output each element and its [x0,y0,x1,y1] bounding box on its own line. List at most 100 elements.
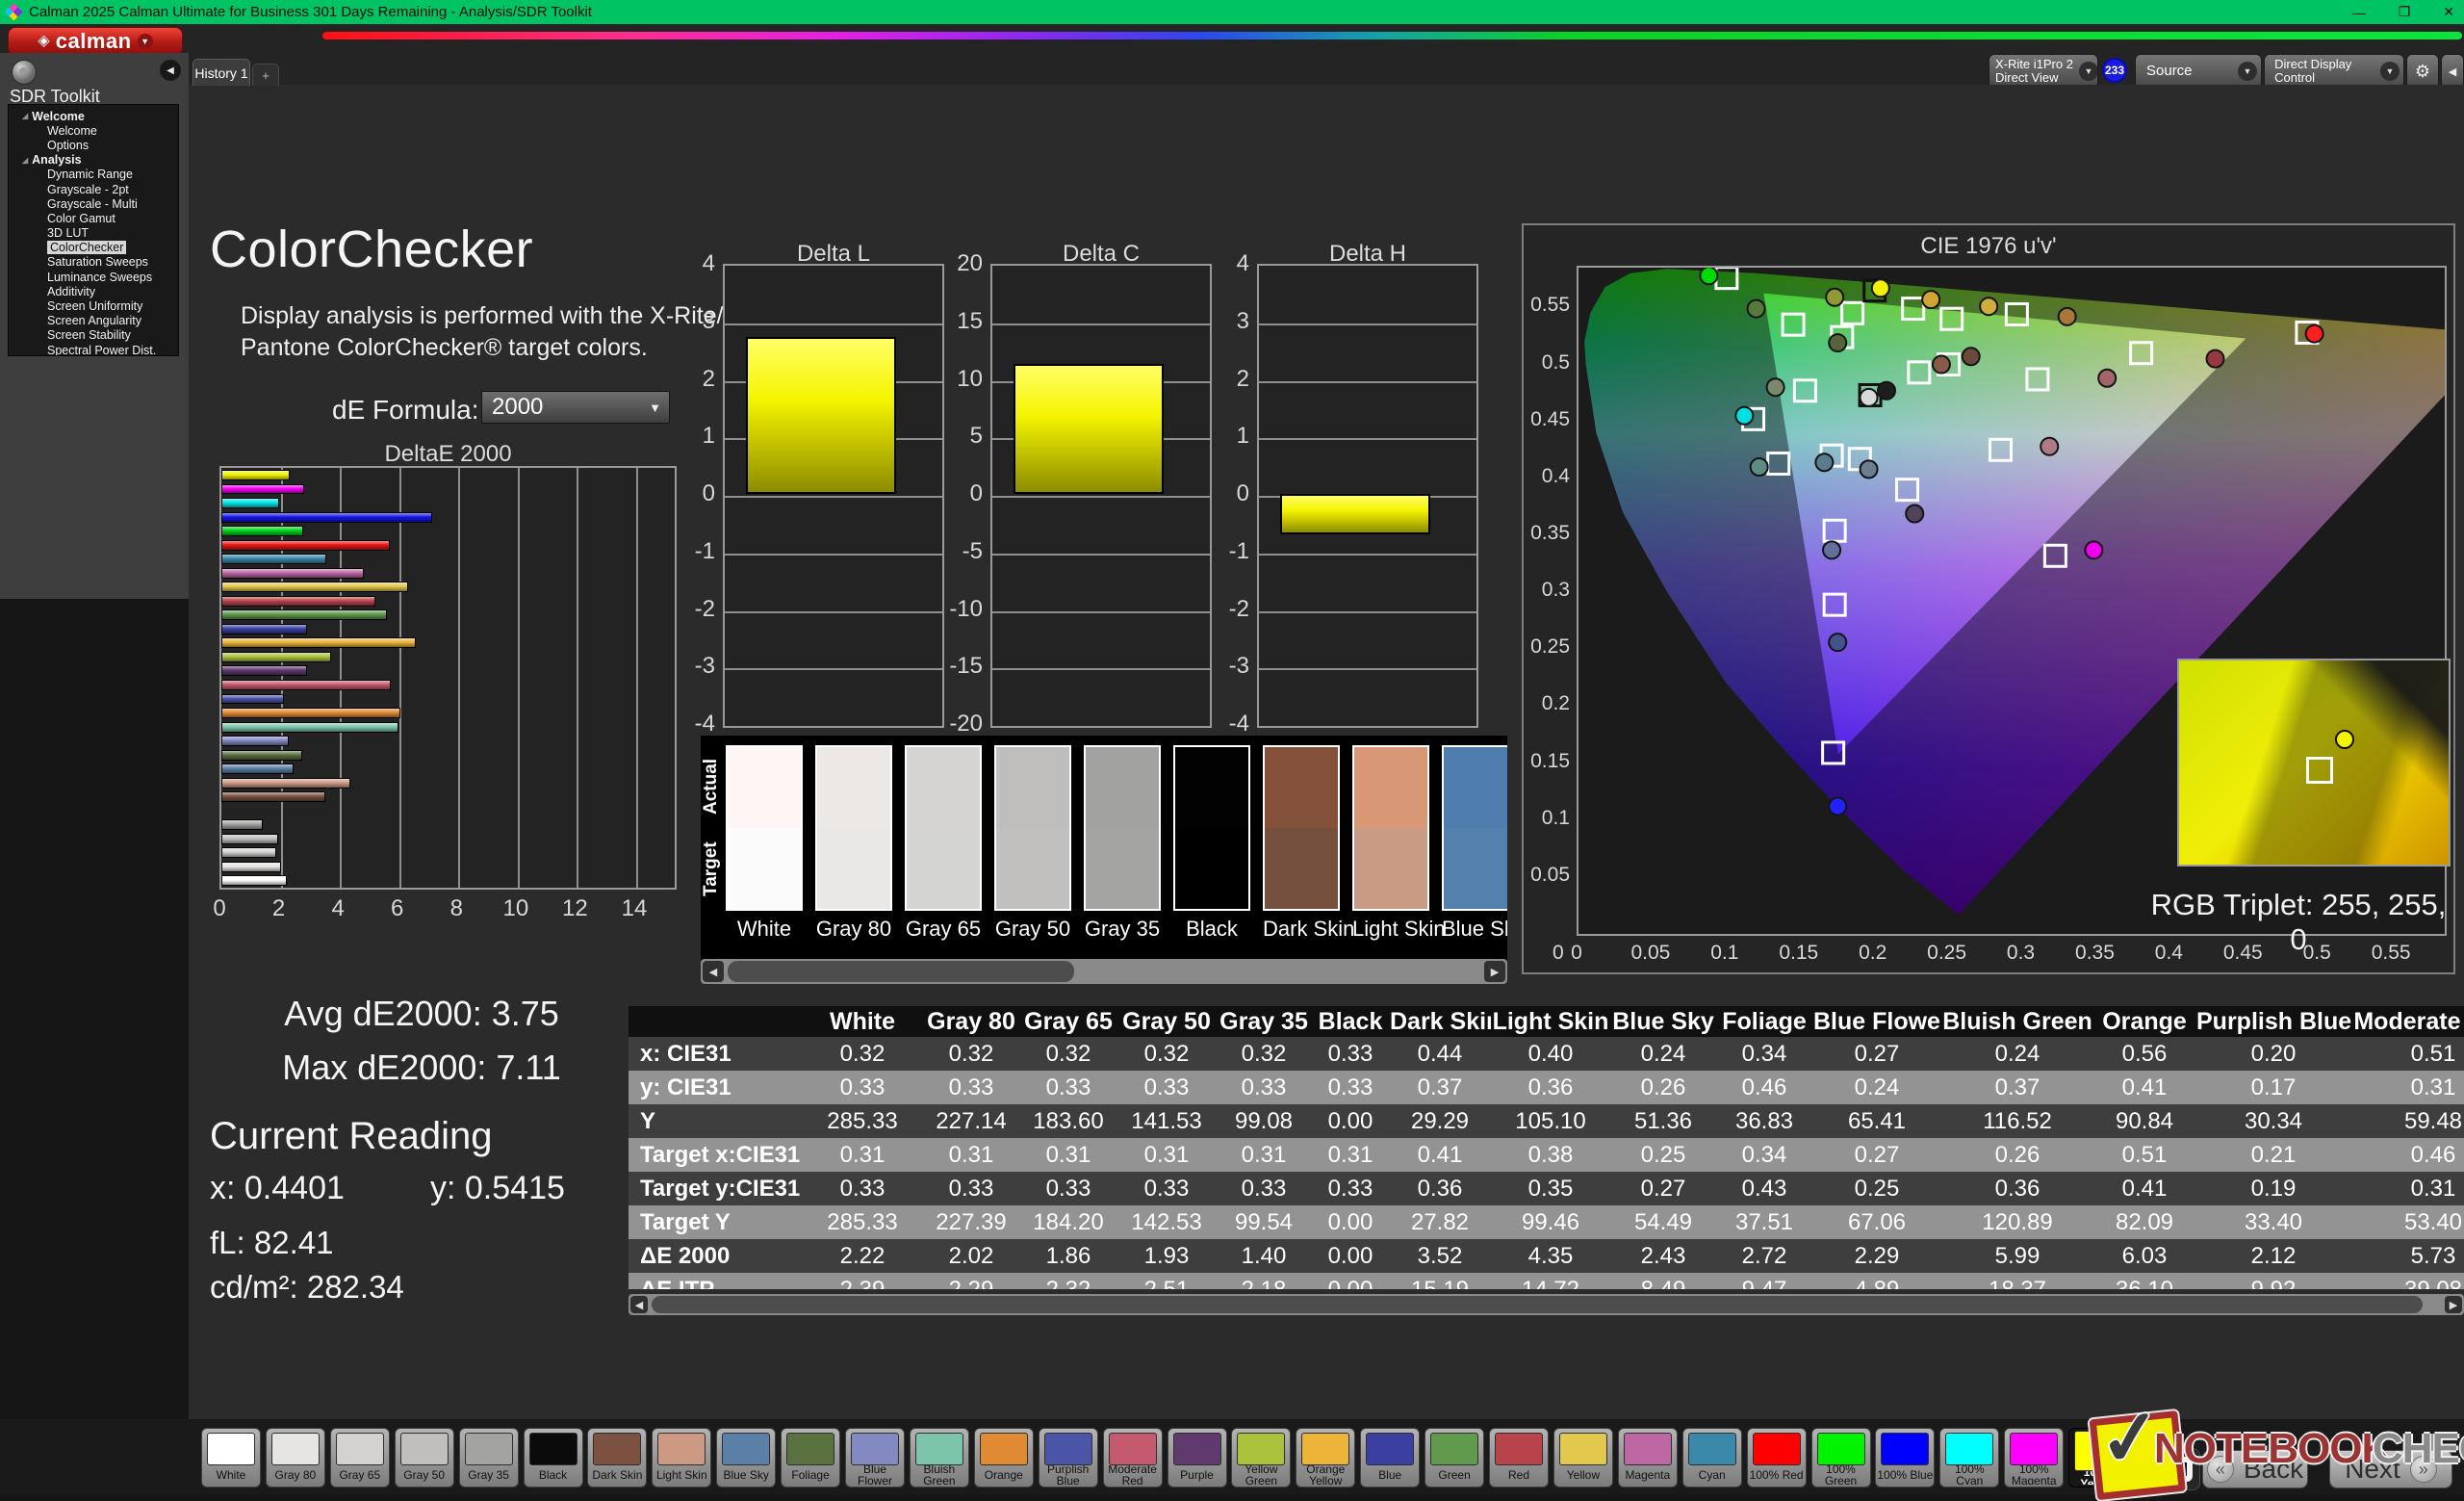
patch-button-100-green[interactable]: 100% Green [1811,1428,1871,1488]
patch-color-chip [786,1433,834,1465]
table-cell: 0.33 [1216,1172,1312,1205]
meter-dropdown[interactable]: X-Rite i1Pro 2 Direct View ▼ [1989,54,2098,89]
sidebar-item-additivity[interactable]: Additivity [9,284,178,298]
sidebar-item-spectral-power-dist-[interactable]: Spectral Power Dist. [9,343,178,356]
table-scroll-thumb[interactable] [652,1296,2423,1313]
collapse-right-panel-button[interactable]: ◀ [2441,54,2464,89]
table-cell: 184.20 [1019,1205,1117,1239]
patch-button-yellow[interactable]: Yellow [1553,1428,1613,1488]
table-cell: 0.33 [802,1071,923,1104]
add-history-tab-button[interactable]: + [252,64,279,86]
sidebar-item-welcome[interactable]: Welcome [9,123,178,138]
patch-button-100-red[interactable]: 100% Red [1747,1428,1807,1488]
tab-history-1[interactable]: History 1 [192,59,250,86]
table-cell: 0.25 [1812,1172,1941,1205]
record-button[interactable] [12,60,37,85]
close-button[interactable]: ✕ [2443,4,2454,20]
patch-button-label: Purple [1168,1465,1226,1485]
patch-button-100-yellow[interactable]: 100% Yellow [2068,1428,2128,1488]
patch-button-blue-sky[interactable]: Blue Sky [716,1428,776,1488]
strip-patch-label: Dark Skin [1263,917,1340,942]
source-dropdown[interactable]: Source ▼ [2135,54,2262,89]
patch-button-gray-80[interactable]: Gray 80 [266,1428,325,1488]
patch-button-100-magenta[interactable]: 100% Magenta [2004,1428,2064,1488]
patch-button-red[interactable]: Red [1489,1428,1549,1488]
patch-button-purple[interactable]: Purple [1168,1428,1227,1488]
patch-button-purplish-blue[interactable]: Purplish Blue [1039,1428,1098,1488]
patch-button-blue-flower[interactable]: Blue Flower [845,1428,905,1488]
restore-button[interactable]: ❐ [2399,4,2411,20]
patch-button-green[interactable]: Green [1424,1428,1484,1488]
sidebar-item-screen-uniformity[interactable]: Screen Uniformity [9,298,178,313]
settings-button[interactable]: ⚙ [2406,54,2439,89]
tree-section-analysis[interactable]: ◢Analysis [9,153,178,168]
table-scrollbar[interactable]: ◀ ▶ [629,1294,2464,1315]
patch-button-100-cyan[interactable]: 100% Cyan [1939,1428,1999,1488]
sidebar-item-grayscale-multi[interactable]: Grayscale - Multi [9,196,178,211]
patch-button-bluish-green[interactable]: Bluish Green [910,1428,969,1488]
meter-count-badge[interactable]: 233 [2102,58,2127,83]
sidebar-item-options[interactable]: Options [9,138,178,152]
patch-button-blue[interactable]: Blue [1360,1428,1420,1488]
table-cell: 51.36 [1610,1104,1716,1138]
tree-section-welcome[interactable]: ◢Welcome [9,109,178,123]
row-label: y: CIE31 [629,1071,802,1104]
strip-scrollbar[interactable]: ◀ ▶ [701,959,1507,984]
deltae-bar-purplish-blue [221,694,284,705]
patch-button-dark-skin[interactable]: Dark Skin [587,1428,647,1488]
row-label: Target Y [629,1205,802,1239]
table-cell: 2.02 [923,1239,1019,1273]
table-row: Target Y285.33227.39184.20142.5399.540.0… [629,1205,2464,1239]
patch-color-chip [1753,1433,1801,1465]
table-cell: 14.72 [1491,1273,1610,1289]
patch-button-white[interactable]: White [201,1428,261,1488]
table-cell: 227.14 [923,1104,1019,1138]
display-control-dropdown[interactable]: Direct Display Control ▼ [2264,54,2404,89]
patch-button-cyan[interactable]: Cyan [1682,1428,1742,1488]
sidebar-item-screen-angularity[interactable]: Screen Angularity [9,314,178,328]
meter-line2: Direct View [1995,70,2059,85]
patch-button-moderate-red[interactable]: Moderate Red [1103,1428,1163,1488]
patch-button-light-skin[interactable]: Light Skin [652,1428,711,1488]
patch-button-orange[interactable]: Orange [974,1428,1034,1488]
patch-button-gray-65[interactable]: Gray 65 [330,1428,390,1488]
patch-button-label: Blue Sky [717,1465,775,1485]
patch-button-orange-yellow[interactable]: Orange Yellow [1296,1428,1355,1488]
patch-button-foliage[interactable]: Foliage [781,1428,840,1488]
deltae-chart [219,466,677,890]
sidebar-item-screen-stability[interactable]: Screen Stability [9,328,178,343]
table-cell: 0.24 [1610,1037,1716,1071]
sidebar-item-grayscale-2pt[interactable]: Grayscale - 2pt [9,182,178,196]
collapse-sidebar-button[interactable]: ◀ [160,60,181,81]
grid-line [725,554,942,556]
table-cell: 8.49 [1610,1273,1716,1289]
strip-patch-white [726,745,803,911]
sidebar-item-color-gamut[interactable]: Color Gamut [9,211,178,225]
sidebar-item-luminance-sweeps[interactable]: Luminance Sweeps [9,270,178,284]
deltae-bar-magenta [221,568,364,579]
patch-button-gray-50[interactable]: Gray 50 [395,1428,454,1488]
strip-scroll-thumb[interactable] [728,961,1074,982]
patch-button-100-blue[interactable]: 100% Blue [1875,1428,1935,1488]
cie-y-tick: 0.3 [1524,579,1570,602]
calman-logo-menu[interactable]: ◈ calman ▼ [8,27,183,56]
patch-button-gray-35[interactable]: Gray 35 [459,1428,519,1488]
strip-scroll-left-icon[interactable]: ◀ [703,961,724,982]
minimize-button[interactable]: — [2352,5,2366,20]
sidebar-item-saturation-sweeps[interactable]: Saturation Sweeps [9,255,178,270]
patch-button-yellow-green[interactable]: Yellow Green [1231,1428,1291,1488]
de-formula-select[interactable]: 2000 ▼ [481,391,670,424]
patch-button-magenta[interactable]: Magenta [1618,1428,1678,1488]
next-button[interactable]: Next » [2329,1450,2452,1488]
sidebar-item-3d-lut[interactable]: 3D LUT [9,226,178,241]
strip-scroll-right-icon[interactable]: ▶ [1484,961,1505,982]
back-button[interactable]: « Back [2202,1450,2308,1488]
sidebar-item-dynamic-range[interactable]: Dynamic Range [9,168,178,182]
table-cell: 0.40 [1491,1037,1610,1071]
patch-button-black[interactable]: Black [524,1428,583,1488]
pattern-window-toggle-button[interactable] [2158,1448,2200,1490]
patch-color-chip [851,1433,899,1465]
table-scroll-right-icon[interactable]: ▶ [2445,1296,2462,1313]
table-scroll-left-icon[interactable]: ◀ [630,1296,648,1313]
sidebar-item-colorchecker[interactable]: ColorChecker [9,241,178,255]
